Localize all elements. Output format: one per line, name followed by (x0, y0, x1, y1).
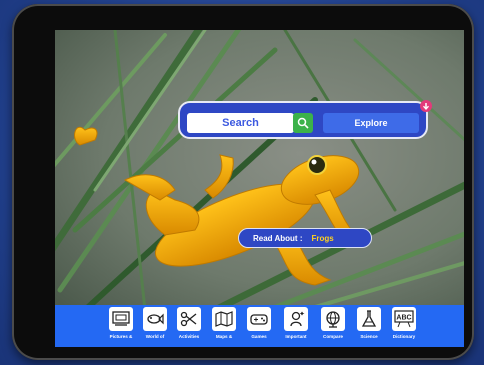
toolbar-item-world-of[interactable]: World of (141, 307, 169, 346)
tablet-frame: Search Explore Read About : Frogs Pictur… (12, 4, 474, 360)
map-icon (212, 307, 236, 331)
toolbar-item-label: Pictures & (109, 334, 133, 339)
explore-label: Explore (354, 118, 388, 128)
toolbar-item-label: Compare (323, 334, 343, 339)
toolbar-item-label: World of (145, 334, 165, 339)
hero-frog-photo (55, 30, 464, 305)
toolbar-item-label: Games (251, 334, 267, 339)
app-screen: Search Explore Read About : Frogs Pictur… (55, 30, 464, 347)
toolbar-item-label: Activities (178, 334, 200, 339)
toolbar-item-pictures[interactable]: Pictures & (107, 307, 135, 346)
toolbar-item-games[interactable]: Games (245, 307, 273, 346)
flask-icon (357, 307, 381, 331)
dictionary-icon: ABC (392, 307, 416, 331)
astronaut-icon (284, 307, 308, 331)
toolbar-item-label: Important (285, 334, 307, 339)
globe-icon (321, 307, 345, 331)
explore-button[interactable]: Explore (323, 113, 419, 133)
download-badge[interactable] (420, 100, 432, 112)
arrow-down-icon (423, 103, 429, 110)
toolbar-item-important[interactable]: Important (282, 307, 310, 346)
search-bar: Search Explore (178, 100, 432, 139)
toolbar-item-label: Maps & (215, 334, 233, 339)
search-input[interactable]: Search (187, 113, 294, 133)
toolbar-item-label: Dictionary (392, 334, 416, 339)
read-about-label: Read About : (253, 233, 303, 243)
toolbar-item-maps[interactable]: Maps & (210, 307, 238, 346)
toolbar-item-activities[interactable]: Activities (175, 307, 203, 346)
bottom-toolbar: Pictures & World of Activities Maps & Ga… (55, 305, 464, 347)
search-icon (297, 117, 309, 129)
toolbar-item-label: Science (360, 334, 378, 339)
read-about-bar[interactable]: Read About : Frogs (238, 228, 372, 248)
toolbar-item-compare[interactable]: Compare (319, 307, 347, 346)
toolbar-item-science[interactable]: Science (355, 307, 383, 346)
read-about-topic-link[interactable]: Frogs (311, 234, 333, 243)
toolbar-item-dictionary[interactable]: ABC Dictionary (390, 307, 418, 346)
svg-text:ABC: ABC (396, 315, 411, 322)
scissors-icon (177, 307, 201, 331)
pictures-icon (109, 307, 133, 331)
gamepad-icon (247, 307, 271, 331)
search-placeholder: Search (222, 117, 259, 129)
fish-icon (143, 307, 167, 331)
search-button[interactable] (293, 113, 313, 133)
